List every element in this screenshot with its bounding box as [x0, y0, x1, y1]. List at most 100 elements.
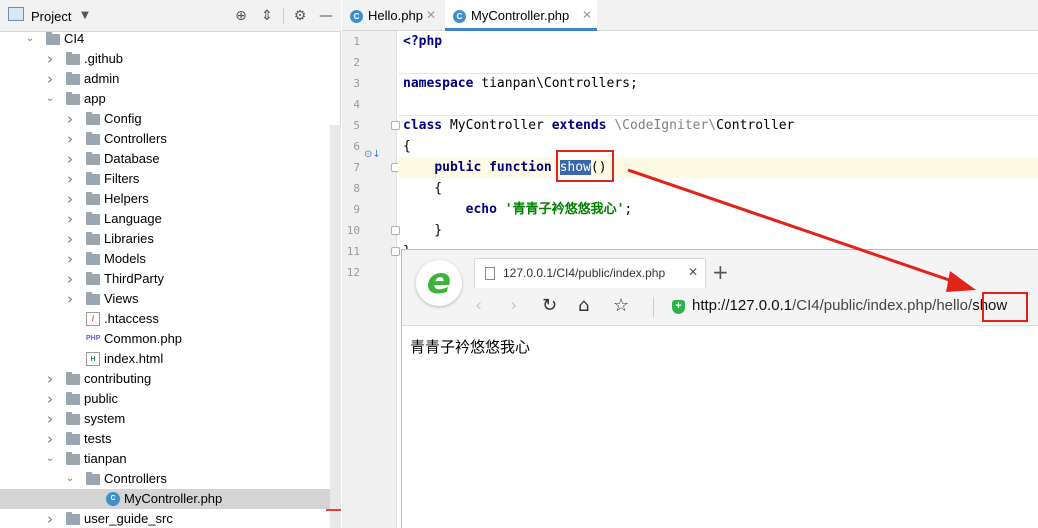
implements-gutter-icon[interactable]: ⊙↓ [364, 149, 381, 160]
tree-item[interactable]: › Helpers [0, 189, 330, 209]
tree-item[interactable]: / .htaccess [0, 309, 330, 329]
tree-item[interactable]: ⌄ app [0, 89, 330, 109]
project-view-icon [8, 7, 24, 21]
folder-icon [86, 272, 100, 285]
folder-icon [86, 132, 100, 145]
expand-arrow-closed-icon[interactable]: › [44, 389, 56, 409]
tree-item[interactable]: › .github [0, 49, 330, 69]
tree-item[interactable]: ⌄ CI4 [0, 29, 330, 49]
expand-arrow-closed-icon[interactable]: › [44, 509, 56, 528]
folder-icon [66, 512, 80, 525]
back-icon[interactable]: ‹ [475, 294, 482, 318]
reload-icon[interactable]: ↻ [542, 294, 557, 318]
expand-arrow-closed-icon[interactable]: › [44, 369, 56, 389]
php-open-tag: <?php [403, 34, 443, 49]
expand-arrow-closed-icon[interactable]: › [64, 289, 76, 309]
tree-item-label: Helpers [104, 191, 149, 206]
code-line-6: { [403, 139, 411, 154]
folder-icon [86, 152, 100, 165]
tree-item[interactable]: C MyController.php [0, 489, 330, 509]
tree-item[interactable]: › public [0, 389, 330, 409]
tree-item[interactable]: ⌄ Controllers [0, 469, 330, 489]
tree-item[interactable]: › ThirdParty [0, 269, 330, 289]
namespace-name: tianpan\Controllers; [473, 76, 638, 91]
namespace-path: \CodeIgniter\ [606, 118, 717, 133]
browser-logo-letter: e [426, 261, 452, 302]
minimize-icon[interactable]: — [317, 7, 335, 25]
expand-arrow-closed-icon[interactable]: › [64, 149, 76, 169]
close-icon[interactable]: ✕ [582, 0, 592, 31]
tree-item-label: Views [104, 291, 139, 306]
tab-mycontroller-php[interactable]: C MyController.php ✕ [445, 0, 597, 31]
tree-item[interactable]: PHP Common.php [0, 329, 330, 349]
expand-arrow-closed-icon[interactable]: › [44, 429, 56, 449]
close-icon[interactable]: ✕ [688, 265, 698, 279]
browser-logo[interactable]: e [416, 260, 462, 306]
expand-arrow-open-icon[interactable]: ⌄ [44, 449, 56, 469]
collapse-all-icon[interactable]: ⇕ [258, 7, 276, 25]
page-content: 青青子衿悠悠我心 [410, 339, 531, 356]
tree-item[interactable]: › Config [0, 109, 330, 129]
expand-arrow-closed-icon[interactable]: › [44, 69, 56, 89]
project-scrollbar[interactable] [330, 125, 341, 528]
expand-arrow-closed-icon[interactable]: › [64, 269, 76, 289]
project-title[interactable]: Project [31, 9, 71, 24]
folder-icon [86, 112, 100, 125]
tree-item[interactable]: › Language [0, 209, 330, 229]
security-shield-icon[interactable]: + [672, 300, 685, 314]
code-line-8: { [403, 181, 443, 196]
url-host: http://127.0.0.1 [692, 297, 793, 314]
expand-arrow-closed-icon[interactable]: › [64, 229, 76, 249]
expand-arrow-closed-icon[interactable]: › [44, 49, 56, 69]
expand-arrow-closed-icon[interactable]: › [64, 249, 76, 269]
expand-arrow-open-icon[interactable]: ⌄ [64, 469, 76, 489]
expand-arrow-open-icon[interactable]: ⌄ [24, 29, 36, 49]
code-line-3: namespace tianpan\Controllers; [403, 73, 638, 94]
browser-tab[interactable]: 127.0.0.1/CI4/public/index.php ✕ [474, 258, 706, 288]
expand-arrow-closed-icon[interactable]: › [64, 189, 76, 209]
expand-arrow-closed-icon[interactable]: › [64, 169, 76, 189]
chevron-down-icon[interactable]: ▼ [76, 7, 94, 25]
folder-icon [66, 412, 80, 425]
gear-icon[interactable]: ⚙ [291, 7, 309, 25]
tree-item[interactable]: › Libraries [0, 229, 330, 249]
tree-item[interactable]: › Models [0, 249, 330, 269]
new-tab-button[interactable]: + [712, 260, 729, 284]
tree-item[interactable]: › Database [0, 149, 330, 169]
tree-item[interactable]: ⌄ tianpan [0, 449, 330, 469]
base-class-name: Controller [716, 118, 795, 133]
tree-item[interactable]: › Controllers [0, 129, 330, 149]
line-number: 7 [353, 161, 360, 174]
expand-arrow-closed-icon[interactable]: › [44, 409, 56, 429]
line-number: 3 [353, 77, 360, 90]
tree-item-label: tests [84, 431, 112, 446]
tree-item[interactable]: › admin [0, 69, 330, 89]
tree-item[interactable]: › Views [0, 289, 330, 309]
tree-item[interactable]: › contributing [0, 369, 330, 389]
tree-item[interactable]: › system [0, 409, 330, 429]
expand-arrow-open-icon[interactable]: ⌄ [44, 89, 56, 109]
close-icon[interactable]: ✕ [426, 0, 436, 31]
tree-item[interactable]: › Filters [0, 169, 330, 189]
htaccess-file-icon: / [86, 312, 100, 326]
home-icon[interactable]: ⌂ [578, 294, 589, 318]
project-tree: ⌄ CI4 › .github › admin ⌄ app › Config › Controller… [0, 29, 341, 528]
expand-arrow-closed-icon[interactable]: › [64, 209, 76, 229]
bookmark-star-icon[interactable]: ☆ [613, 294, 629, 318]
tree-item[interactable]: › user_guide_src [0, 509, 330, 528]
tree-item-label: index.html [104, 351, 164, 366]
tab-hello-php[interactable]: C Hello.php ✕ [342, 0, 440, 31]
folder-icon [66, 372, 80, 385]
keyword: public [434, 160, 482, 175]
address-bar[interactable]: http://127.0.0.1/CI4/public/index.php/he… [692, 297, 1007, 314]
tree-item-label: Libraries [104, 231, 154, 246]
folder-icon [66, 52, 80, 65]
tree-item[interactable]: › tests [0, 429, 330, 449]
locate-icon[interactable]: ⊕ [232, 7, 250, 25]
forward-icon[interactable]: › [510, 294, 517, 318]
expand-arrow-closed-icon[interactable]: › [64, 129, 76, 149]
tree-item[interactable]: Hindex.html [0, 349, 330, 369]
expand-arrow-closed-icon[interactable]: › [64, 109, 76, 129]
tree-item-label: Models [104, 251, 146, 266]
tab-label: Hello.php [368, 8, 423, 23]
